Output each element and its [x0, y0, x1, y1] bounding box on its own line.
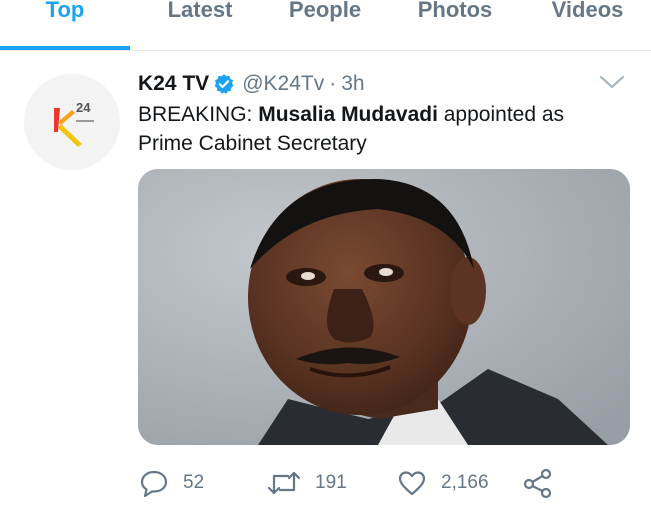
tab-videos-label: Videos	[551, 0, 624, 22]
tweet-text-prefix: BREAKING:	[138, 103, 259, 126]
reply-count: 52	[183, 472, 205, 493]
tab-people[interactable]: People	[275, 0, 375, 50]
search-tabs: Top Latest People Photos Videos	[0, 0, 651, 51]
like-button[interactable]: 2,166	[396, 463, 489, 503]
tab-photos-label: Photos	[417, 0, 493, 22]
tweet-text-bold: Musalia Mudavadi	[258, 103, 438, 126]
share-icon	[523, 468, 552, 499]
tab-photos[interactable]: Photos	[400, 0, 510, 50]
tab-latest[interactable]: Latest	[145, 0, 255, 50]
tab-people-label: People	[288, 0, 362, 22]
share-button[interactable]	[523, 463, 566, 503]
retweet-icon	[267, 471, 301, 495]
tweet-text: BREAKING: Musalia Mudavadi appointed as …	[138, 100, 618, 158]
tweet-time[interactable]: 3h	[341, 72, 364, 96]
active-tab-indicator	[0, 46, 130, 50]
reply-icon	[140, 470, 168, 498]
portrait-photo-icon	[138, 169, 630, 445]
tab-top[interactable]: Top	[0, 0, 130, 50]
reply-button[interactable]: 52	[138, 463, 204, 503]
author-handle[interactable]: @K24Tv	[242, 72, 324, 96]
verified-badge-icon	[214, 74, 234, 94]
tweet-photo[interactable]	[138, 169, 630, 445]
tab-top-label: Top	[45, 0, 85, 22]
tab-videos[interactable]: Videos	[535, 0, 640, 50]
separator-dot: ·	[329, 72, 337, 95]
k24-logo-icon: 24	[54, 100, 94, 147]
logo-text: 24	[76, 100, 91, 115]
retweet-count: 191	[315, 472, 347, 493]
tab-latest-label: Latest	[167, 0, 233, 22]
author-name[interactable]: K24 TV	[138, 72, 209, 96]
chevron-down-icon[interactable]	[598, 72, 626, 92]
retweet-button[interactable]: 191	[266, 463, 347, 503]
heart-icon	[398, 471, 426, 496]
tweet-header: K24 TV @K24Tv · 3h	[138, 70, 365, 98]
avatar[interactable]: 24	[24, 74, 120, 170]
tweet-actions: 52 191 2,166	[138, 463, 630, 503]
like-count: 2,166	[441, 472, 489, 493]
